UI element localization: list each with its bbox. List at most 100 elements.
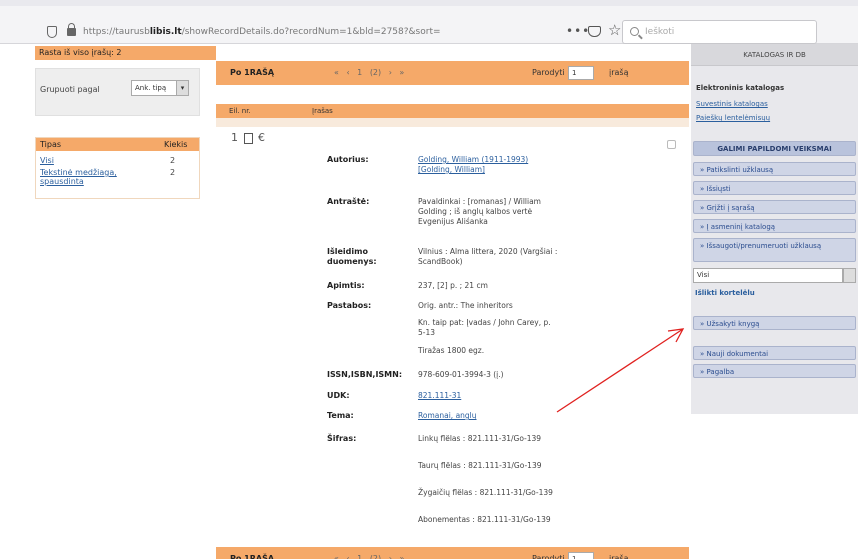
field-label-author: Autorius: xyxy=(327,155,369,164)
browser-search-input[interactable]: Ieškoti xyxy=(622,20,817,44)
back-to-list-button[interactable]: » Grįžti į sąrašą xyxy=(693,200,856,214)
browser-toolbar: https://taurusblibis.lt/showRecordDetail… xyxy=(0,6,858,44)
field-label-udc: UDK: xyxy=(327,391,350,400)
field-value-callnumber-1: Linkų flëlas : 821.111-31/Go-139 xyxy=(418,434,542,443)
field-label-callnumber: Šifras: xyxy=(327,434,357,443)
field-value-udc: 821.111-31 xyxy=(418,391,558,401)
type-facet-table: Tipas Kiekis Visi 2 Tekstinė medžiaga, s… xyxy=(35,137,200,199)
book-icon[interactable] xyxy=(243,132,253,144)
pagination-nav[interactable]: « ‹ 1 (2) › » xyxy=(334,554,404,559)
facet-col-count: Kiekis xyxy=(164,140,188,149)
facet-row: Visi 2 xyxy=(40,156,175,165)
search-placeholder: Ieškoti xyxy=(645,27,675,37)
field-label-notes: Pastabos: xyxy=(327,301,372,310)
results-count-bar: Rasta iš viso įrašų: 2 xyxy=(35,46,216,60)
help-button[interactable]: » Pagalba xyxy=(693,364,856,378)
field-label-publication: Išleidimo duomenys: xyxy=(327,247,377,266)
search-icon xyxy=(630,27,639,36)
udc-link[interactable]: 821.111-31 xyxy=(418,391,461,400)
actions-section-label: GALIMI PAPILDOMI VEIKSMAI xyxy=(717,145,832,153)
summary-catalog-link[interactable]: Suvestinis katalogas xyxy=(696,100,768,108)
url-domain: libis.lt xyxy=(149,27,182,37)
catalog-title: Elektroninis katalogas xyxy=(696,84,785,92)
record-tool-icon[interactable] xyxy=(667,140,676,149)
facet-col-type: Tipas xyxy=(40,140,62,149)
group-by-panel: Grupuoti pagal Ank. tipą ▾ xyxy=(35,68,200,116)
e-resource-icon[interactable]: € xyxy=(258,131,265,144)
url-prefix: https://taurusb xyxy=(83,27,150,37)
field-value-title: Pavaldinkai : [romanas] / William Goldin… xyxy=(418,197,541,226)
facet-count: 2 xyxy=(170,156,176,165)
button-label: » Pagalba xyxy=(700,368,735,376)
pagination-nav[interactable]: « ‹ 1 (2) › » xyxy=(334,68,404,77)
facet-count: 2 xyxy=(170,168,176,177)
refine-query-button[interactable]: » Patikslinti užklausą xyxy=(693,162,856,176)
card-select-input[interactable]: Visi xyxy=(693,268,843,283)
results-count: Rasta iš viso įrašų: 2 xyxy=(39,48,122,57)
field-label-extent: Apimtis: xyxy=(327,281,365,290)
tracking-shield-icon[interactable] xyxy=(47,26,57,38)
facet-header: Tipas Kiekis xyxy=(36,138,199,151)
per-page-label: Po 1RAŠĄ xyxy=(230,68,275,77)
catalog-header: KATALOGAS IR DB xyxy=(691,44,858,66)
button-label: » Išsaugoti/prenumeruoti užklausą xyxy=(700,242,822,250)
chevron-down-icon: ▾ xyxy=(176,81,188,95)
pager-bottom: Po 1RAŠĄ « ‹ 1 (2) › » Parodyti 1 įrašą xyxy=(216,547,689,559)
arrow-head xyxy=(667,328,685,343)
card-select-dropdown[interactable] xyxy=(843,268,856,283)
facet-row: Tekstinė medžiaga, spausdinta 2 xyxy=(40,168,175,186)
field-value-author: Golding, William (1911-1993) [Golding, W… xyxy=(418,155,558,175)
per-page-label: Po 1RAŠĄ xyxy=(230,554,275,559)
pocket-icon[interactable] xyxy=(588,26,601,37)
records-label: įrašą xyxy=(609,554,629,559)
show-record-input[interactable]: 1 xyxy=(568,552,594,559)
field-value-isbn: 978-609-01-3994-3 (į.) xyxy=(418,370,504,379)
order-book-button[interactable]: » Užsakyti knygą xyxy=(693,316,856,330)
col-number: Eil. nr. xyxy=(229,107,251,115)
field-value-extent: 237, [2] p. ; 21 cm xyxy=(418,281,488,290)
arrow-line xyxy=(556,328,684,413)
catalog-header-label: KATALOGAS IR DB xyxy=(743,51,806,59)
field-value-callnumber-3: Žygaičių flëlas : 821.111-31/Go-139 xyxy=(418,488,553,497)
button-label: » Užsakyti knygą xyxy=(700,320,760,328)
right-sidebar: KATALOGAS IR DB Elektroninis katalogas S… xyxy=(691,44,858,414)
button-label: » Patikslinti užklausą xyxy=(700,166,774,174)
records-label: įrašą xyxy=(609,68,629,77)
field-value-callnumber-2: Taurų flëlas : 821.111-31/Go-139 xyxy=(418,461,542,470)
col-record: Įrašas xyxy=(312,107,333,115)
field-label-title: Antraštė: xyxy=(327,197,370,206)
facet-link-all[interactable]: Visi xyxy=(40,156,54,165)
field-value-notes-3: Tiražas 1800 egz. xyxy=(418,346,485,355)
field-value-notes-2: Kn. taip pat: Įvadas / John Carey, p. 5-… xyxy=(418,318,551,337)
field-value-publication: Vilnius : Alma littera, 2020 (Vargšiai :… xyxy=(418,247,558,266)
record-subheader xyxy=(216,118,689,127)
personal-catalog-button[interactable]: » Į asmeninį katalogą xyxy=(693,219,856,233)
page-actions-icon[interactable]: ••• xyxy=(566,24,590,38)
facet-link-text[interactable]: Tekstinė medžiaga, spausdinta xyxy=(40,168,117,186)
field-label-isbn: ISSN,ISBN,ISMN: xyxy=(327,370,403,379)
bookmark-star-icon[interactable]: ☆ xyxy=(608,21,621,39)
button-label: » Į asmeninį katalogą xyxy=(700,223,776,231)
field-value-notes: Orig. antr.: The inheritors xyxy=(418,301,513,310)
record-table-header: Eil. nr. Įrašas xyxy=(216,104,689,118)
pager-top: Po 1RAŠĄ « ‹ 1 (2) › » Parodyti 1 įrašą xyxy=(216,61,689,85)
search-tables-link[interactable]: Paieškų lentelėmisųų xyxy=(696,114,770,122)
group-by-select[interactable]: Ank. tipą ▾ xyxy=(131,80,189,96)
send-button[interactable]: » Išsiųsti xyxy=(693,181,856,195)
save-query-button[interactable]: » Išsaugoti/prenumeruoti užklausą xyxy=(693,238,856,262)
card-link[interactable]: Išlikti kortelėlu xyxy=(695,289,755,297)
actions-section-header: GALIMI PAPILDOMI VEIKSMAI xyxy=(693,141,856,156)
group-by-value: Ank. tipą xyxy=(135,84,167,92)
button-label: » Nauji dokumentai xyxy=(700,350,769,358)
group-by-label: Grupuoti pagal xyxy=(40,85,100,94)
lock-icon[interactable] xyxy=(67,23,76,36)
address-bar[interactable]: https://taurusblibis.lt/showRecordDetail… xyxy=(83,27,553,37)
subject-link[interactable]: Romanai, anglų xyxy=(418,411,477,420)
show-record-input[interactable]: 1 xyxy=(568,66,594,80)
record-number: 1 xyxy=(231,131,238,144)
show-label: Parodyti xyxy=(532,68,565,77)
new-documents-button[interactable]: » Nauji dokumentai xyxy=(693,346,856,360)
button-label: » Grįžti į sąrašą xyxy=(700,204,755,212)
author-link[interactable]: Golding, William (1911-1993) [Golding, W… xyxy=(418,155,528,174)
url-path: /showRecordDetails.do?recordNum=1&bld=27… xyxy=(181,27,441,37)
